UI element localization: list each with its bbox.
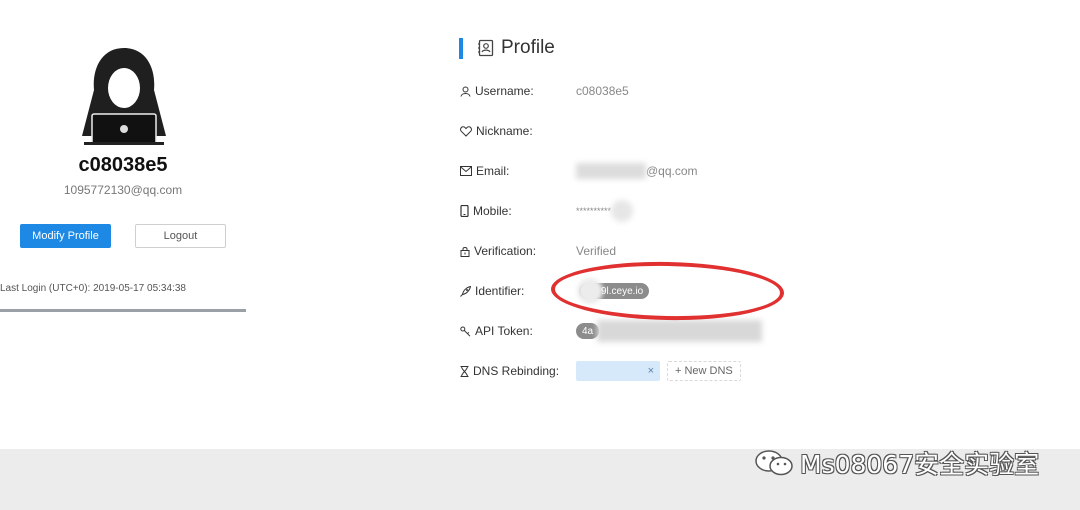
- nickname-label-wrap: Nickname:: [460, 124, 576, 138]
- mobile-value-wrap: **********: [576, 200, 634, 222]
- username-value: c08038e5: [576, 84, 629, 98]
- heart-icon: [460, 125, 472, 137]
- api-token-label: API Token:: [475, 324, 533, 338]
- verification-value: Verified: [576, 244, 617, 258]
- hourglass-icon: [460, 365, 469, 377]
- watermark: Ms08067安全实验室: [754, 448, 1040, 479]
- nickname-label: Nickname:: [476, 124, 533, 138]
- username-label: Username:: [475, 84, 534, 98]
- mobile-label-wrap: Mobile:: [460, 204, 576, 218]
- accent-bar: [459, 37, 463, 59]
- email-row: Email: @qq.com: [460, 161, 698, 181]
- user-email: 1095772130@qq.com: [63, 183, 183, 197]
- api-token-pill[interactable]: 4a: [576, 323, 600, 339]
- dns-rebinding-label: DNS Rebinding:: [473, 364, 560, 378]
- verification-label: Verification:: [474, 244, 537, 258]
- email-label: Email:: [476, 164, 510, 178]
- modify-profile-button[interactable]: Modify Profile: [20, 224, 111, 248]
- divider: [0, 309, 246, 312]
- close-icon[interactable]: ×: [648, 365, 654, 377]
- wechat-icon: [755, 450, 793, 476]
- annotation-ellipse: [550, 259, 785, 323]
- user-icon: [460, 86, 471, 97]
- dns-tag[interactable]: ×: [576, 361, 660, 381]
- redaction-mask: [597, 320, 763, 342]
- last-login-text: Last Login (UTC+0): 2019-05-17 05:34:38: [0, 283, 186, 294]
- api-token-label-wrap: API Token:: [460, 324, 576, 338]
- rocket-icon: [460, 285, 471, 297]
- mobile-label: Mobile:: [473, 204, 512, 218]
- redaction-mask: [576, 163, 646, 179]
- email-label-wrap: Email:: [460, 164, 576, 178]
- dns-rebinding-label-wrap: DNS Rebinding:: [460, 364, 576, 378]
- mail-icon: [460, 166, 472, 176]
- username-row: Username: c08038e5: [460, 81, 629, 101]
- avatar: [80, 44, 168, 148]
- api-token-value: 4a: [582, 325, 594, 337]
- phone-icon: [460, 205, 469, 217]
- username-label-wrap: Username:: [460, 84, 576, 98]
- profile-header: Profile: [459, 36, 555, 60]
- dns-rebinding-row: DNS Rebinding: × + New DNS: [460, 361, 741, 381]
- user-name: c08038e5: [78, 154, 168, 176]
- profile-title: Profile: [501, 37, 555, 58]
- email-value-wrap: @qq.com: [576, 163, 698, 179]
- mobile-row: Mobile: **********: [460, 200, 634, 222]
- lock-icon: [460, 246, 470, 257]
- nickname-row: Nickname:: [460, 121, 576, 141]
- logout-button[interactable]: Logout: [135, 224, 226, 248]
- verification-row: Verification: Verified: [460, 241, 616, 261]
- mobile-value: **********: [576, 206, 612, 216]
- watermark-text: Ms08067安全实验室: [800, 450, 1040, 479]
- dns-rebinding-value-wrap: × + New DNS: [576, 361, 741, 381]
- identifier-label: Identifier:: [475, 284, 525, 298]
- avatar-hacker-icon: [82, 48, 166, 145]
- profile-card-icon: [478, 39, 494, 57]
- email-value: @qq.com: [646, 164, 698, 178]
- key-icon: [460, 326, 471, 337]
- redaction-mask: [611, 200, 634, 222]
- new-dns-button[interactable]: + New DNS: [667, 361, 741, 381]
- api-token-value-wrap: 4a: [576, 320, 763, 342]
- verification-label-wrap: Verification:: [460, 244, 576, 258]
- api-token-row: API Token: 4a: [460, 320, 763, 342]
